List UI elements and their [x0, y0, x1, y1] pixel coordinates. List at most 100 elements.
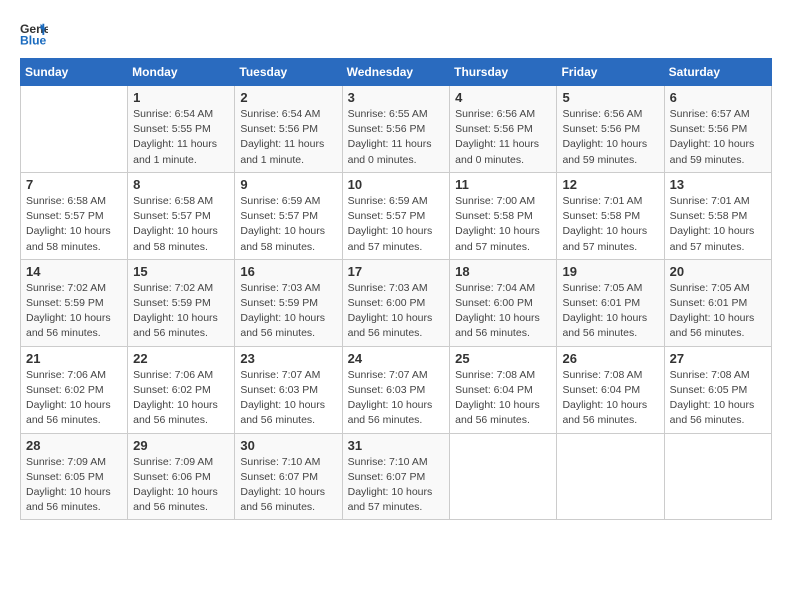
calendar-cell: 25 Sunrise: 7:08 AMSunset: 6:04 PMDayligh… [450, 346, 557, 433]
day-info: Sunrise: 6:59 AMSunset: 5:57 PMDaylight:… [240, 194, 336, 255]
day-info: Sunrise: 6:56 AMSunset: 5:56 PMDaylight:… [455, 107, 551, 168]
svg-text:Blue: Blue [20, 33, 47, 47]
day-number: 29 [133, 438, 229, 453]
header-day: Thursday [450, 59, 557, 86]
calendar-cell [664, 433, 771, 520]
calendar-cell: 24 Sunrise: 7:07 AMSunset: 6:03 PMDayligh… [342, 346, 450, 433]
calendar-table: SundayMondayTuesdayWednesdayThursdayFrid… [20, 58, 772, 520]
logo: General Blue [20, 20, 48, 48]
calendar-cell: 16 Sunrise: 7:03 AMSunset: 5:59 PMDayligh… [235, 259, 342, 346]
day-info: Sunrise: 7:09 AMSunset: 6:05 PMDaylight:… [26, 455, 122, 516]
day-number: 9 [240, 177, 336, 192]
day-number: 25 [455, 351, 551, 366]
calendar-cell: 12 Sunrise: 7:01 AMSunset: 5:58 PMDayligh… [557, 172, 664, 259]
day-number: 28 [26, 438, 122, 453]
day-info: Sunrise: 7:05 AMSunset: 6:01 PMDaylight:… [670, 281, 766, 342]
day-info: Sunrise: 7:03 AMSunset: 5:59 PMDaylight:… [240, 281, 336, 342]
day-info: Sunrise: 7:10 AMSunset: 6:07 PMDaylight:… [240, 455, 336, 516]
day-number: 26 [562, 351, 658, 366]
day-number: 20 [670, 264, 766, 279]
day-info: Sunrise: 6:54 AMSunset: 5:56 PMDaylight:… [240, 107, 336, 168]
calendar-cell: 27 Sunrise: 7:08 AMSunset: 6:05 PMDayligh… [664, 346, 771, 433]
header-row: SundayMondayTuesdayWednesdayThursdayFrid… [21, 59, 772, 86]
day-info: Sunrise: 7:06 AMSunset: 6:02 PMDaylight:… [26, 368, 122, 429]
calendar-cell: 3 Sunrise: 6:55 AMSunset: 5:56 PMDaylight… [342, 86, 450, 173]
calendar-cell: 22 Sunrise: 7:06 AMSunset: 6:02 PMDayligh… [128, 346, 235, 433]
calendar-cell: 1 Sunrise: 6:54 AMSunset: 5:55 PMDaylight… [128, 86, 235, 173]
calendar-cell [21, 86, 128, 173]
calendar-week-row: 7 Sunrise: 6:58 AMSunset: 5:57 PMDaylight… [21, 172, 772, 259]
day-number: 8 [133, 177, 229, 192]
day-number: 18 [455, 264, 551, 279]
header-day: Sunday [21, 59, 128, 86]
day-number: 5 [562, 90, 658, 105]
calendar-cell: 5 Sunrise: 6:56 AMSunset: 5:56 PMDaylight… [557, 86, 664, 173]
day-number: 21 [26, 351, 122, 366]
day-info: Sunrise: 7:04 AMSunset: 6:00 PMDaylight:… [455, 281, 551, 342]
day-number: 27 [670, 351, 766, 366]
day-number: 14 [26, 264, 122, 279]
day-info: Sunrise: 6:56 AMSunset: 5:56 PMDaylight:… [562, 107, 658, 168]
day-number: 13 [670, 177, 766, 192]
day-number: 10 [348, 177, 445, 192]
day-info: Sunrise: 6:55 AMSunset: 5:56 PMDaylight:… [348, 107, 445, 168]
calendar-cell: 10 Sunrise: 6:59 AMSunset: 5:57 PMDayligh… [342, 172, 450, 259]
day-number: 7 [26, 177, 122, 192]
day-number: 3 [348, 90, 445, 105]
calendar-cell: 20 Sunrise: 7:05 AMSunset: 6:01 PMDayligh… [664, 259, 771, 346]
day-number: 22 [133, 351, 229, 366]
day-info: Sunrise: 6:59 AMSunset: 5:57 PMDaylight:… [348, 194, 445, 255]
day-info: Sunrise: 7:01 AMSunset: 5:58 PMDaylight:… [562, 194, 658, 255]
day-info: Sunrise: 6:58 AMSunset: 5:57 PMDaylight:… [26, 194, 122, 255]
day-info: Sunrise: 7:06 AMSunset: 6:02 PMDaylight:… [133, 368, 229, 429]
day-info: Sunrise: 7:02 AMSunset: 5:59 PMDaylight:… [133, 281, 229, 342]
day-info: Sunrise: 7:02 AMSunset: 5:59 PMDaylight:… [26, 281, 122, 342]
day-info: Sunrise: 7:01 AMSunset: 5:58 PMDaylight:… [670, 194, 766, 255]
calendar-cell: 14 Sunrise: 7:02 AMSunset: 5:59 PMDayligh… [21, 259, 128, 346]
header-day: Wednesday [342, 59, 450, 86]
header-day: Friday [557, 59, 664, 86]
calendar-cell: 4 Sunrise: 6:56 AMSunset: 5:56 PMDaylight… [450, 86, 557, 173]
calendar-cell [450, 433, 557, 520]
day-info: Sunrise: 7:05 AMSunset: 6:01 PMDaylight:… [562, 281, 658, 342]
day-number: 6 [670, 90, 766, 105]
calendar-cell: 7 Sunrise: 6:58 AMSunset: 5:57 PMDaylight… [21, 172, 128, 259]
day-info: Sunrise: 7:08 AMSunset: 6:05 PMDaylight:… [670, 368, 766, 429]
calendar-week-row: 28 Sunrise: 7:09 AMSunset: 6:05 PMDayligh… [21, 433, 772, 520]
calendar-cell: 26Sunrise: 7:08 AMSunset: 6:04 PMDayligh… [557, 346, 664, 433]
day-info: Sunrise: 7:09 AMSunset: 6:06 PMDaylight:… [133, 455, 229, 516]
day-number: 12 [562, 177, 658, 192]
day-info: Sunrise: 7:10 AMSunset: 6:07 PMDaylight:… [348, 455, 445, 516]
day-info: Sunrise: 7:07 AMSunset: 6:03 PMDaylight:… [348, 368, 445, 429]
calendar-cell: 6 Sunrise: 6:57 AMSunset: 5:56 PMDaylight… [664, 86, 771, 173]
day-number: 30 [240, 438, 336, 453]
day-number: 19 [562, 264, 658, 279]
calendar-cell: 23Sunrise: 7:07 AMSunset: 6:03 PMDayligh… [235, 346, 342, 433]
day-info: Sunrise: 6:54 AMSunset: 5:55 PMDaylight:… [133, 107, 229, 168]
day-number: 15 [133, 264, 229, 279]
day-info: Sunrise: 7:00 AMSunset: 5:58 PMDaylight:… [455, 194, 551, 255]
day-info: Sunrise: 6:57 AMSunset: 5:56 PMDaylight:… [670, 107, 766, 168]
page-header: General Blue [20, 20, 772, 48]
logo-icon: General Blue [20, 20, 48, 48]
day-info: Sunrise: 7:07 AMSunset: 6:03 PMDaylight:… [240, 368, 336, 429]
day-info: Sunrise: 7:08 AMSunset: 6:04 PMDaylight:… [455, 368, 551, 429]
day-number: 16 [240, 264, 336, 279]
day-number: 11 [455, 177, 551, 192]
calendar-cell: 30 Sunrise: 7:10 AMSunset: 6:07 PMDayligh… [235, 433, 342, 520]
day-number: 17 [348, 264, 445, 279]
calendar-cell: 17 Sunrise: 7:03 AMSunset: 6:00 PMDayligh… [342, 259, 450, 346]
calendar-cell: 15 Sunrise: 7:02 AMSunset: 5:59 PMDayligh… [128, 259, 235, 346]
day-info: Sunrise: 6:58 AMSunset: 5:57 PMDaylight:… [133, 194, 229, 255]
calendar-week-row: 1 Sunrise: 6:54 AMSunset: 5:55 PMDaylight… [21, 86, 772, 173]
day-number: 1 [133, 90, 229, 105]
calendar-cell [557, 433, 664, 520]
day-number: 4 [455, 90, 551, 105]
calendar-cell: 29 Sunrise: 7:09 AMSunset: 6:06 PMDayligh… [128, 433, 235, 520]
day-info: Sunrise: 7:03 AMSunset: 6:00 PMDaylight:… [348, 281, 445, 342]
calendar-week-row: 21 Sunrise: 7:06 AMSunset: 6:02 PMDayligh… [21, 346, 772, 433]
day-number: 24 [348, 351, 445, 366]
calendar-cell: 21 Sunrise: 7:06 AMSunset: 6:02 PMDayligh… [21, 346, 128, 433]
calendar-cell: 31Sunrise: 7:10 AMSunset: 6:07 PMDayligh… [342, 433, 450, 520]
header-day: Monday [128, 59, 235, 86]
